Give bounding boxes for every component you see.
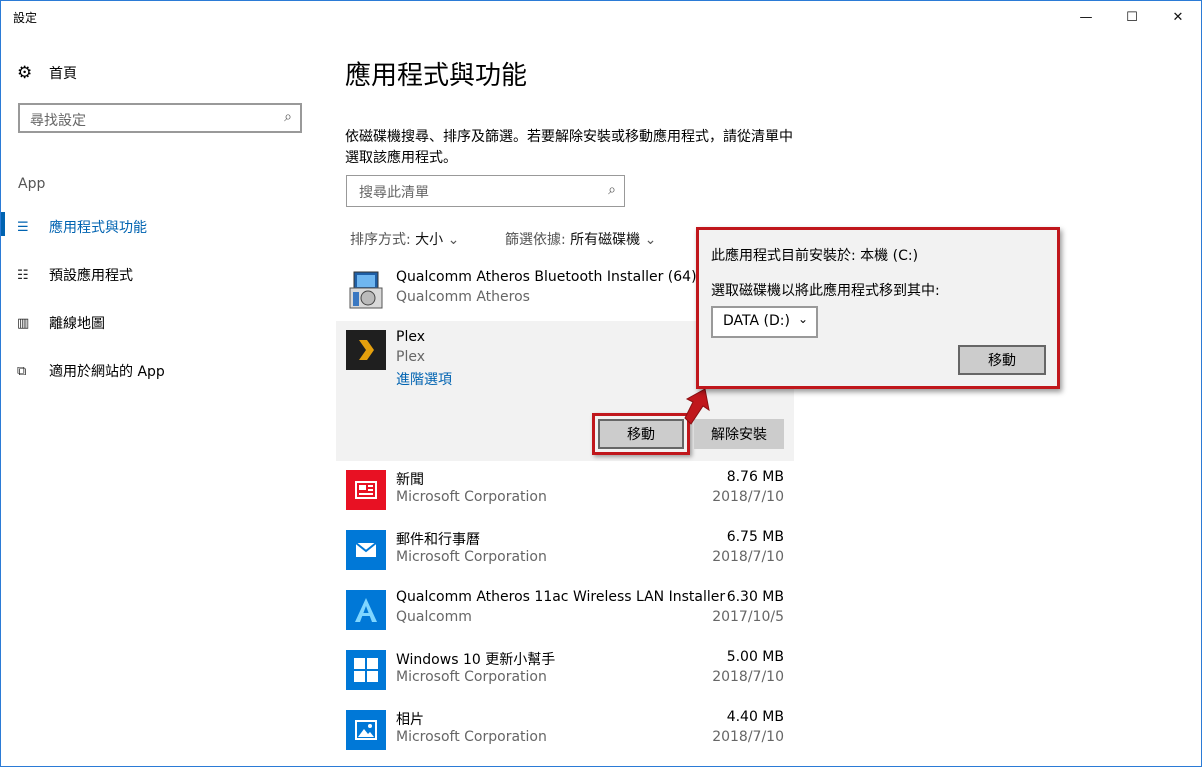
search-icon: ⌕	[284, 109, 292, 125]
close-icon: ✕	[1172, 9, 1184, 25]
mail-icon	[346, 530, 386, 570]
app-size: 5.00 MB	[726, 649, 784, 665]
install-location-text: 此應用程式目前安裝於: 本機 (C:)	[711, 248, 919, 264]
app-publisher: Microsoft Corporation	[396, 489, 547, 505]
app-date: 2018/7/10	[712, 489, 784, 505]
app-size: 6.75 MB	[726, 529, 784, 545]
app-date: 2018/7/10	[712, 549, 784, 565]
app-name: Qualcomm Atheros Bluetooth Installer (64…	[396, 269, 697, 285]
sidebar-item-default-apps[interactable]: ☷ 預設應用程式	[17, 265, 133, 285]
default-apps-icon: ☷	[17, 267, 29, 283]
title-bar: 設定 — ☐ ✕	[1, 1, 1201, 33]
close-button[interactable]: ✕	[1155, 1, 1201, 33]
page-description: 依磁碟機搜尋、排序及篩選。若要解除安裝或移動應用程式，請從清單中選取該應用程式。	[345, 129, 793, 166]
app-publisher: Plex	[396, 349, 425, 365]
app-list-search-input[interactable]: 搜尋此清單 ⌕	[346, 175, 625, 207]
maximize-icon: ☐	[1126, 9, 1138, 25]
app-date: 2018/7/10	[712, 669, 784, 685]
move-button[interactable]: 移動	[598, 419, 684, 449]
section-heading: App	[18, 176, 46, 192]
sidebar-item-label: 預設應用程式	[49, 268, 133, 284]
app-name: 相片	[396, 712, 424, 728]
drive-select-value: DATA (D:)	[723, 313, 790, 329]
app-name: Plex	[396, 329, 425, 345]
obscured-link[interactable]	[939, 91, 1079, 101]
app-publisher: Microsoft Corporation	[396, 669, 547, 685]
sidebar-item-label: 應用程式與功能	[49, 220, 147, 236]
app-size: 4.40 MB	[726, 709, 784, 725]
app-name: Qualcomm Atheros 11ac Wireless LAN Insta…	[396, 589, 726, 605]
app-list-item[interactable]: 相片 Microsoft Corporation 4.40 MB 2018/7/…	[336, 701, 794, 761]
main-content: 應用程式與功能 依磁碟機搜尋、排序及篩選。若要解除安裝或移動應用程式，請從清單中…	[321, 33, 1201, 766]
drive-select[interactable]: DATA (D:) ⌄	[711, 306, 818, 338]
app-list-item[interactable]: 郵件和行事曆 Microsoft Corporation 6.75 MB 201…	[336, 521, 794, 581]
sort-value: 大小	[415, 232, 444, 248]
home-label: 首頁	[49, 66, 77, 82]
move-flyout: 此應用程式目前安裝於: 本機 (C:) 選取磁碟機以將此應用程式移到其中: DA…	[696, 227, 1060, 389]
atheros-icon	[346, 590, 386, 630]
plex-icon	[346, 330, 386, 370]
app-size: 8.76 MB	[726, 469, 784, 485]
apps-list-icon: ☰	[17, 219, 29, 235]
home-link[interactable]: ⚙ 首頁	[17, 63, 77, 83]
filter-value: 所有磁碟機	[570, 232, 641, 248]
window-title: 設定	[13, 11, 38, 25]
advanced-options-link[interactable]: 進階選項	[396, 369, 452, 389]
app-list-item[interactable]: Qualcomm Atheros 11ac Wireless LAN Insta…	[336, 581, 794, 641]
page-title: 應用程式與功能	[345, 61, 528, 91]
sidebar-item-label: 離線地圖	[49, 316, 105, 332]
windows-logo-icon	[346, 650, 386, 690]
app-size: 6.30 MB	[726, 589, 784, 605]
app-publisher: Qualcomm Atheros	[396, 289, 530, 305]
photos-icon	[346, 710, 386, 750]
installer-icon	[346, 270, 386, 310]
app-date: 2018/7/10	[712, 729, 784, 745]
settings-search-input[interactable]: 尋找設定 ⌕	[18, 103, 302, 133]
minimize-button[interactable]: —	[1063, 1, 1109, 33]
active-indicator	[1, 212, 5, 236]
filter-dropdown[interactable]: 篩選依據: 所有磁碟機 ⌄	[505, 229, 656, 249]
app-name: Windows 10 更新小幫手	[396, 652, 556, 668]
gear-icon: ⚙	[17, 63, 33, 83]
sidebar: ⚙ 首頁 尋找設定 ⌕ App ☰ 應用程式與功能 ☷ 預設應用程式 ▥ 離線地…	[1, 33, 321, 766]
sidebar-item-label: 適用於網站的 App	[49, 364, 165, 380]
news-icon	[346, 470, 386, 510]
obscured-link[interactable]	[345, 91, 465, 101]
app-list-item[interactable]: 新聞 Microsoft Corporation 8.76 MB 2018/7/…	[336, 461, 794, 521]
map-icon: ▥	[17, 315, 30, 331]
app-name: 郵件和行事曆	[396, 532, 480, 548]
minimize-icon: —	[1079, 9, 1093, 25]
chevron-down-icon: ⌄	[644, 232, 657, 248]
settings-search-placeholder: 尋找設定	[30, 113, 86, 129]
website-app-icon: ⧉	[17, 363, 27, 379]
sort-label: 排序方式:	[350, 232, 411, 248]
app-publisher: Microsoft Corporation	[396, 549, 547, 565]
filter-label: 篩選依據:	[505, 232, 566, 248]
app-date: 2017/10/5	[712, 609, 784, 625]
sidebar-item-website-apps[interactable]: ⧉ 適用於網站的 App	[17, 361, 165, 381]
app-list-item[interactable]: Windows 10 更新小幫手 Microsoft Corporation 5…	[336, 641, 794, 701]
uninstall-button[interactable]: 解除安裝	[694, 419, 784, 449]
sort-dropdown[interactable]: 排序方式: 大小 ⌄	[350, 229, 459, 249]
flyout-move-button[interactable]: 移動	[958, 345, 1046, 375]
list-search-placeholder: 搜尋此清單	[359, 185, 429, 201]
chevron-down-icon: ⌄	[797, 312, 808, 326]
choose-drive-text: 選取磁碟機以將此應用程式移到其中:	[711, 283, 940, 299]
search-icon: ⌕	[608, 182, 616, 198]
sidebar-item-offline-maps[interactable]: ▥ 離線地圖	[17, 313, 105, 333]
app-publisher: Microsoft Corporation	[396, 729, 547, 745]
settings-window: 設定 — ☐ ✕ ⚙ 首頁 尋找設定 ⌕ App ☰ 應用程式與功能 ☷ 預設應…	[0, 0, 1202, 767]
app-name: 新聞	[396, 472, 424, 488]
sidebar-item-apps-features[interactable]: ☰ 應用程式與功能	[17, 217, 147, 237]
maximize-button[interactable]: ☐	[1109, 1, 1155, 33]
app-publisher: Qualcomm	[396, 609, 472, 625]
chevron-down-icon: ⌄	[447, 232, 460, 248]
